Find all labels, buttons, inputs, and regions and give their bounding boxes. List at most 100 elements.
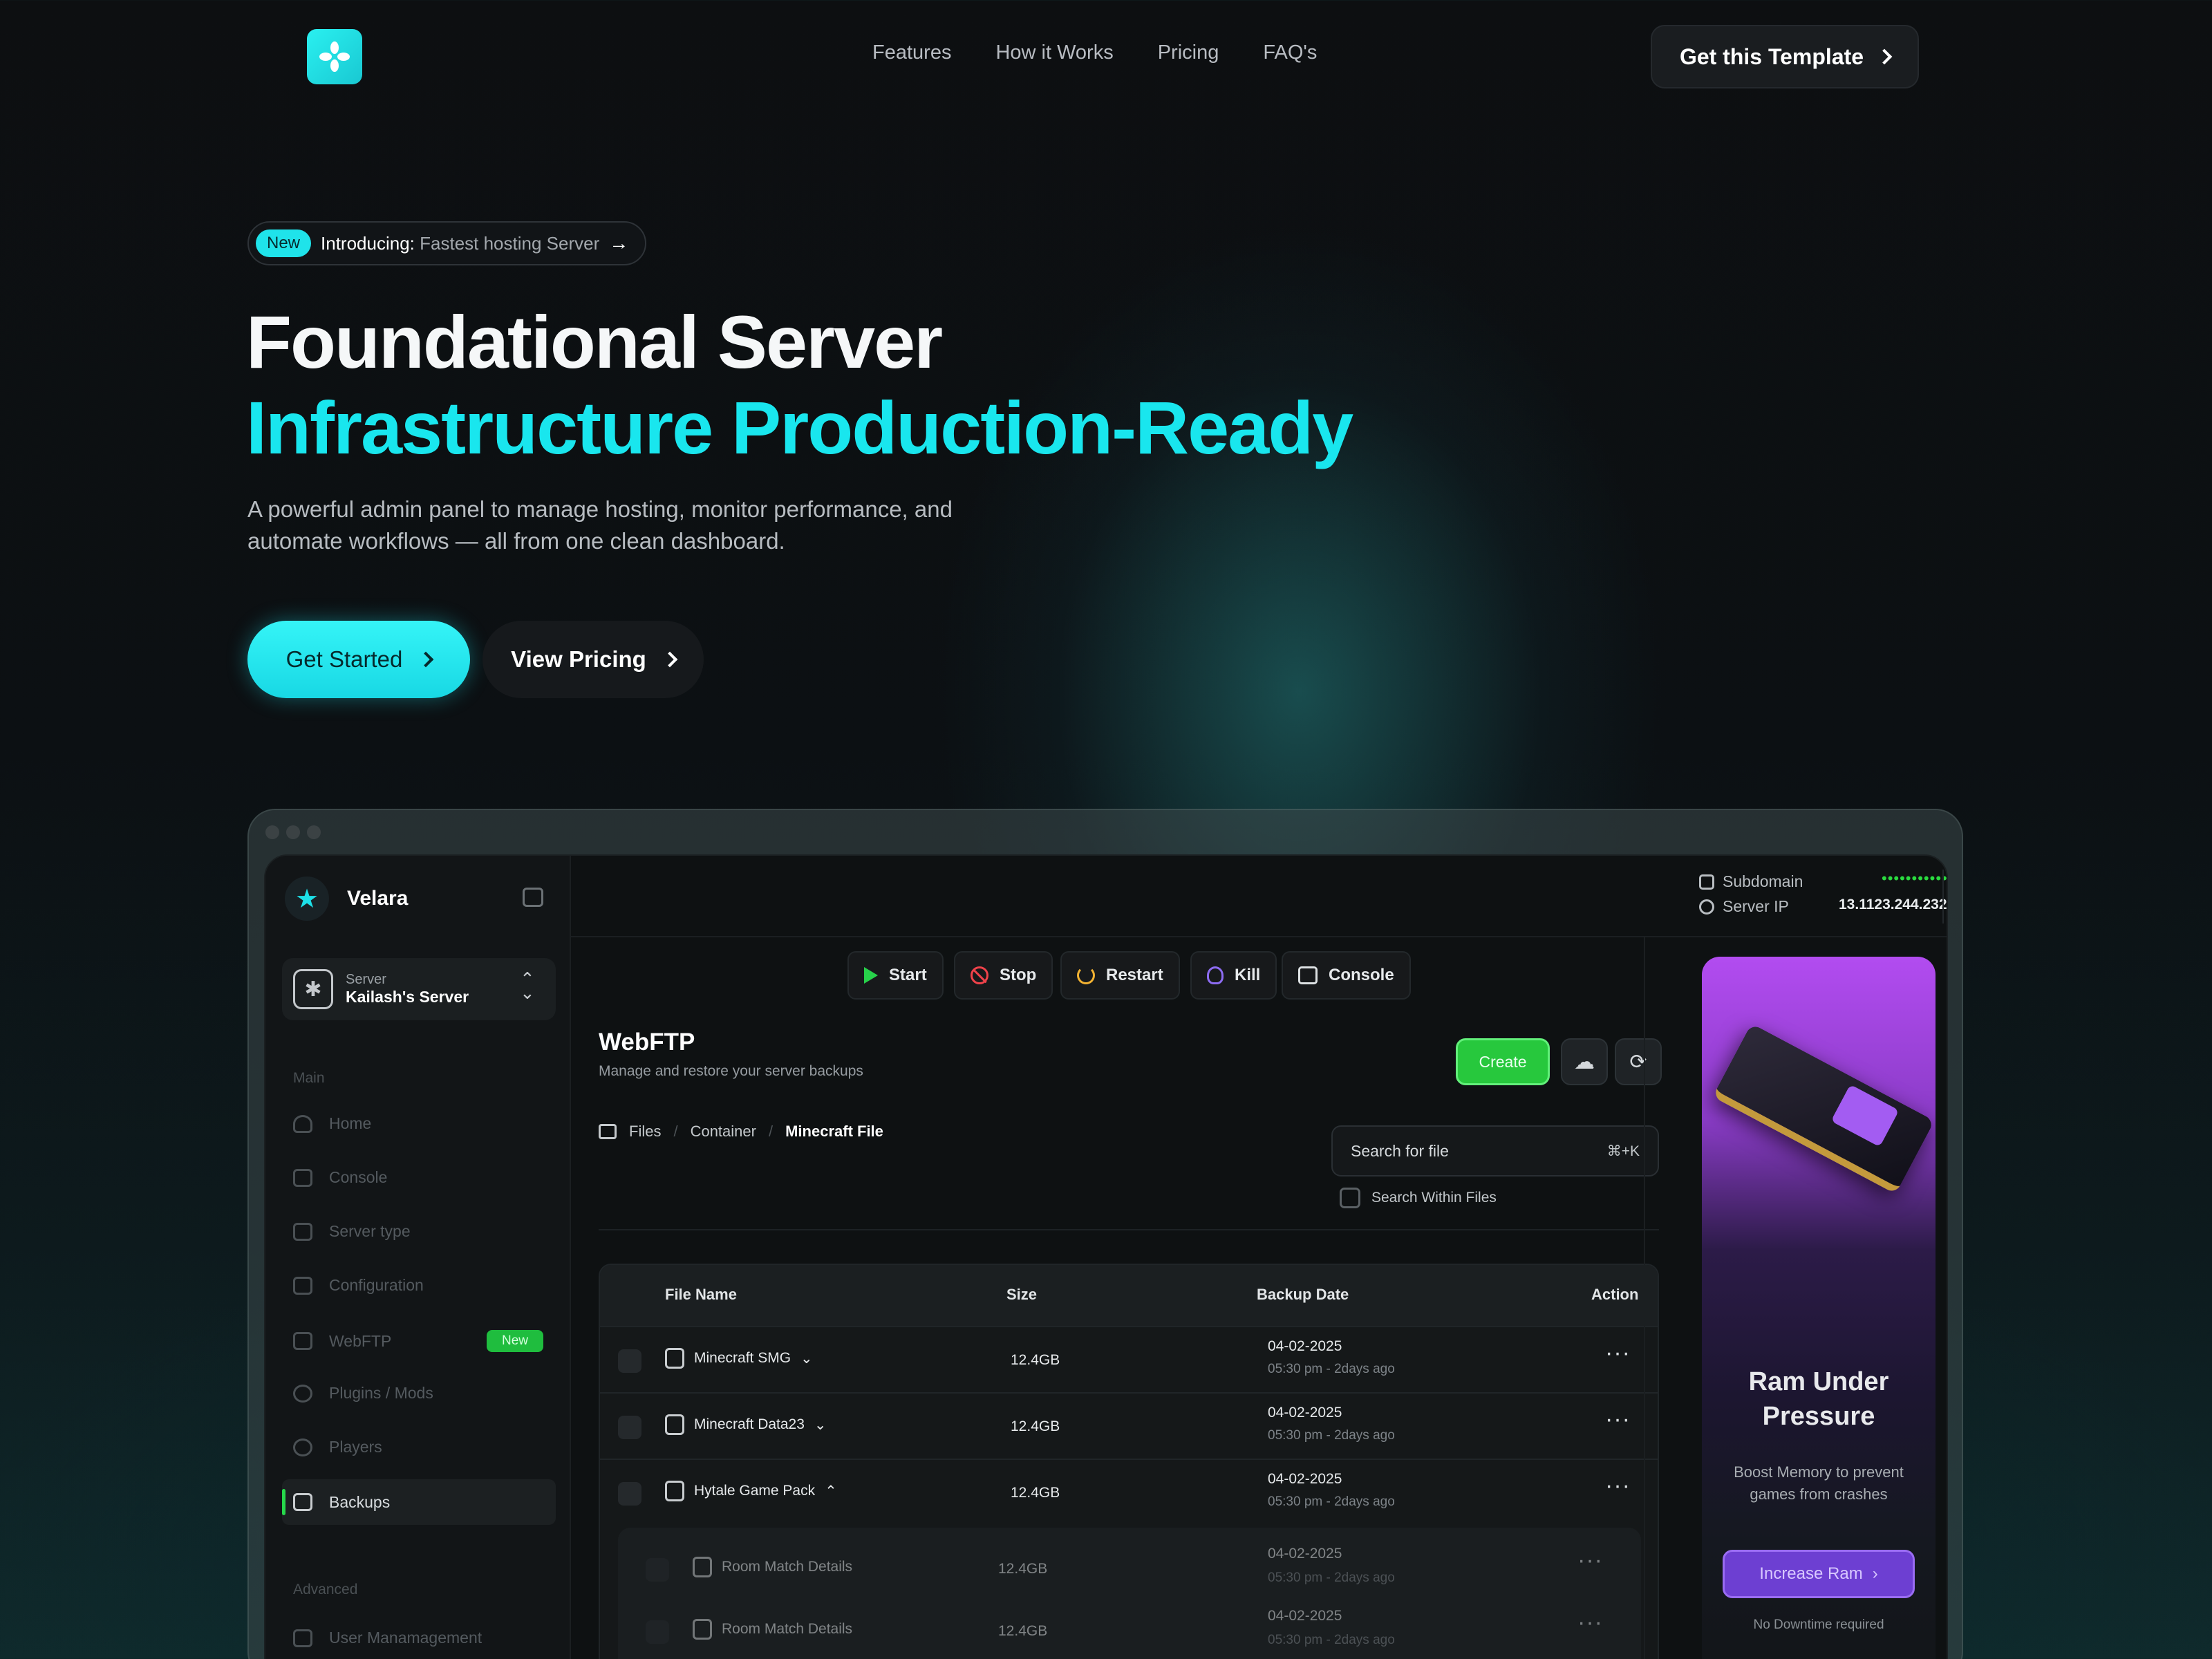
breadcrumb-container[interactable]: Container [691,1123,756,1141]
table-header: File Name Size Backup Date Action [600,1265,1658,1326]
row-checkbox[interactable] [618,1416,641,1439]
brand-logo[interactable] [307,29,362,84]
file-icon [665,1481,684,1501]
file-size: 12.4GB [1011,1418,1060,1434]
sub-row[interactable]: Room Match Details 12.4GB 04-02-2025 05:… [618,1544,1641,1605]
subdomain-label: Subdomain [1723,872,1803,890]
search-within-files-toggle[interactable]: Search Within Files [1340,1188,1497,1208]
create-button[interactable]: Create [1456,1038,1550,1085]
app-brand[interactable]: ★ Velara [285,877,408,921]
row-checkbox[interactable] [646,1620,669,1644]
console-icon [293,1168,312,1187]
file-search-input[interactable]: Search for file ⌘+K [1331,1125,1659,1177]
chevron-up-icon[interactable]: ⌃ [825,1483,837,1500]
more-actions-icon[interactable]: ··· [1605,1406,1631,1433]
refresh-icon[interactable]: ⟳ [1615,1038,1662,1085]
star-logo-icon: ★ [285,877,329,921]
chevron-down-icon[interactable]: ⌄ [814,1416,827,1434]
stop-button[interactable]: Stop [954,951,1053,1000]
backup-date: 04-02-2025 [1268,1546,1342,1562]
users-icon [293,1629,312,1647]
file-icon [693,1557,712,1577]
announcement-badge[interactable]: New Introducing: Fastest hosting Server … [247,221,647,265]
folder-icon [599,1124,617,1139]
server-ip-value: 13.1123.244.23244.3 [1839,897,1947,912]
file-icon [693,1619,712,1640]
row-checkbox[interactable] [618,1482,641,1506]
chevron-right-icon [662,651,678,668]
sidebar-collapse-icon[interactable] [523,888,543,907]
new-tag: New [256,229,312,257]
table-row[interactable]: Minecraft SMG ⌄ 12.4GB 04-02-2025 05:30 … [600,1326,1658,1392]
increase-ram-button[interactable]: Increase Ram › [1723,1550,1915,1598]
promo-title-line1: Ram Under [1748,1367,1889,1396]
sidebar-item-home[interactable]: Home [293,1114,543,1133]
sidebar-item-label: Console [329,1168,388,1186]
search-within-label: Search Within Files [1371,1190,1497,1206]
backup-time: 05:30 pm - 2days ago [1268,1633,1395,1647]
breadcrumb-files[interactable]: Files [629,1123,661,1141]
sidebar-item-label: Home [329,1114,372,1132]
globe-icon [1699,899,1714,915]
sidebar-item-webftp[interactable]: WebFTP New [293,1330,543,1352]
sidebar-item-server-type[interactable]: Server type [293,1222,543,1241]
nav-link-pricing[interactable]: Pricing [1158,41,1219,64]
stop-icon [971,966,988,984]
restart-icon [1077,966,1095,984]
view-pricing-label: View Pricing [511,646,646,672]
sidebar-item-label: User Manamagement [329,1629,482,1647]
row-checkbox[interactable] [618,1349,641,1373]
chevron-right-icon: › [1872,1564,1878,1583]
sidebar-item-plugins[interactable]: Plugins / Mods [293,1384,543,1403]
chevron-right-icon [418,651,434,668]
asterisk-logo-icon [319,41,350,72]
stop-label: Stop [1000,966,1037,984]
row-checkbox[interactable] [646,1558,669,1582]
server-selector[interactable]: ✱ Server Kailash's Server [282,958,556,1020]
sidebar-item-user-management[interactable]: User Manamagement [293,1629,543,1647]
sidebar-item-label: WebFTP [329,1331,392,1350]
promo-text: Boost Memory to prevent games from crash… [1734,1463,1904,1503]
get-template-button[interactable]: Get this Template [1651,25,1919,88]
backup-time: 05:30 pm - 2days ago [1268,1494,1395,1509]
hero-subtitle: A powerful admin panel to manage hosting… [247,496,953,554]
sidebar-item-configuration[interactable]: Configuration [293,1276,543,1295]
terminal-icon [1298,966,1318,984]
sidebar-item-backups[interactable]: Backups [282,1479,556,1525]
sidebar-item-label: Players [329,1438,382,1456]
server-ip-label-group: Server IP [1699,897,1789,916]
configuration-icon [293,1276,312,1295]
restart-label: Restart [1106,966,1163,984]
nav-link-features[interactable]: Features [872,41,951,64]
kill-button[interactable]: Kill [1190,951,1277,1000]
sidebar-item-console[interactable]: Console [293,1168,543,1187]
upload-cloud-icon[interactable]: ☁ [1561,1038,1608,1085]
arrow-right-icon: → [609,232,629,254]
skull-icon [1207,966,1224,984]
checkbox[interactable] [1340,1188,1360,1208]
new-badge: New [486,1330,543,1352]
more-actions-icon[interactable]: ··· [1605,1340,1631,1367]
sub-row[interactable]: Room Match Details 12.4GB 04-02-2025 05:… [618,1606,1641,1659]
start-button[interactable]: Start [847,951,944,1000]
nav-link-faqs[interactable]: FAQ's [1263,41,1317,64]
console-button[interactable]: Console [1282,951,1411,1000]
badge-intro: Introducing: [321,232,415,254]
subdomain-value: •••••••••••••• [1882,870,1948,887]
table-row[interactable]: Hytale Game Pack ⌃ 12.4GB 04-02-2025 05:… [600,1459,1658,1525]
more-actions-icon[interactable]: ··· [1605,1472,1631,1499]
chevron-down-icon[interactable]: ⌄ [800,1350,813,1367]
more-actions-icon[interactable]: ··· [1577,1547,1603,1574]
table-row[interactable]: Minecraft Data23 ⌄ 12.4GB 04-02-2025 05:… [600,1392,1658,1459]
app-preview: ★ Velara ✱ Server Kailash's Server ⌃ ⌄ Ma… [264,854,1948,1659]
restart-button[interactable]: Restart [1060,951,1180,1000]
get-started-button[interactable]: Get Started [247,621,470,698]
view-pricing-button[interactable]: View Pricing [482,621,704,698]
more-actions-icon[interactable]: ··· [1577,1609,1603,1636]
get-started-label: Get Started [285,646,403,672]
file-size: 12.4GB [998,1623,1048,1639]
nav-link-how-it-works[interactable]: How it Works [995,41,1113,64]
sidebar-item-players[interactable]: Players [293,1438,543,1456]
ram-promo-card: Ram Under Pressure Boost Memory to preve… [1702,957,1936,1659]
sidebar-section-advanced: Advanced [293,1582,358,1597]
